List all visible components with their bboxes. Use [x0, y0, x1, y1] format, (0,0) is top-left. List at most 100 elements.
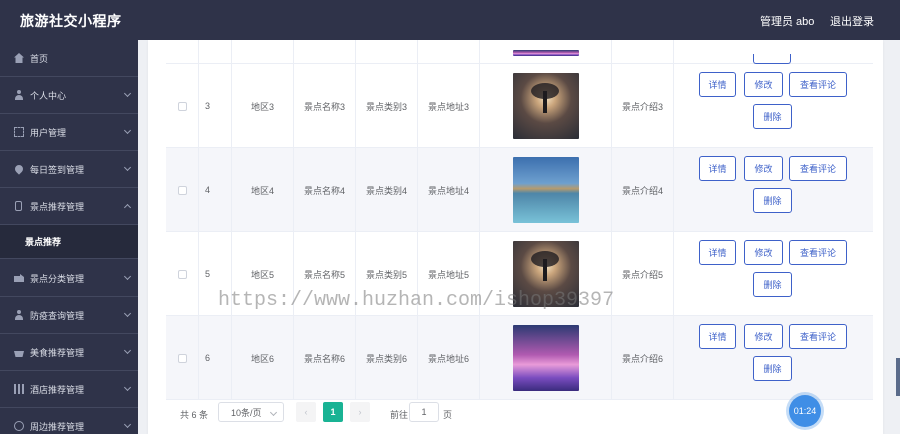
- address-cell: 景点地址3: [418, 64, 480, 148]
- address-cell: 景点地址4: [418, 148, 480, 232]
- main-content: 3 地区3 景点名称3 景点类别3 景点地址3 景点介绍3 详情 修改 查看评论…: [138, 40, 900, 434]
- detail-button[interactable]: 详情: [699, 324, 736, 349]
- name-cell: 景点名称3: [294, 64, 356, 148]
- edit-button[interactable]: 修改: [744, 72, 783, 97]
- pin-icon: [13, 163, 25, 175]
- logout-link[interactable]: 退出登录: [830, 13, 874, 29]
- delete-button[interactable]: 删除: [753, 104, 792, 129]
- detail-button[interactable]: 详情: [699, 240, 736, 265]
- next-page-button[interactable]: ›: [350, 402, 370, 422]
- watermark: https://www.huzhan.com/ishop39397: [218, 289, 615, 312]
- chevron-down-icon: [123, 126, 132, 135]
- sidebar-item-label: 酒店推荐管理: [30, 384, 85, 395]
- edit-button[interactable]: 修改: [744, 240, 783, 265]
- chevron-down-icon: [123, 163, 132, 172]
- name-cell: 景点名称6: [294, 316, 356, 400]
- table-row: 6 地区6 景点名称6 景点类别6 景点地址6 景点介绍6 详情 修改 查看评论…: [166, 316, 873, 400]
- delete-button[interactable]: 删除: [753, 272, 792, 297]
- page-size-value: 10条/页: [231, 407, 262, 418]
- chevron-down-icon: [123, 420, 132, 429]
- sidebar: 首页 个人中心 用户管理 每日签到管理 景点推荐管理 景点推荐 景点分类管理 防…: [0, 40, 138, 434]
- sidebar-item-label: 个人中心: [30, 90, 67, 101]
- page-unit-label: 页: [443, 410, 453, 420]
- sidebar-item-checkin[interactable]: 每日签到管理: [0, 151, 138, 188]
- home-icon: [14, 53, 24, 63]
- sidebar-item-label: 防疫查询管理: [30, 310, 85, 321]
- category-cell: 景点类别3: [356, 64, 418, 148]
- view-comments-button[interactable]: 查看评论: [789, 72, 847, 97]
- side-handle[interactable]: [896, 358, 900, 396]
- sidebar-subitem-attractions[interactable]: 景点推荐: [0, 225, 138, 259]
- circle-icon: [14, 421, 24, 431]
- detail-button[interactable]: 详情: [699, 72, 736, 97]
- row-checkbox[interactable]: [177, 185, 187, 195]
- sidebar-item-categories[interactable]: 景点分类管理: [0, 260, 138, 297]
- frame-icon: [14, 127, 24, 137]
- region-cell: 地区4: [232, 148, 294, 232]
- view-comments-button[interactable]: 查看评论: [789, 240, 847, 265]
- sidebar-item-label: 首页: [30, 53, 49, 64]
- row-index: 4: [199, 148, 232, 232]
- table-row-partial: [166, 40, 873, 64]
- attraction-image: [512, 325, 579, 391]
- region-cell: 地区3: [232, 64, 294, 148]
- goto-label: 前往: [390, 410, 409, 420]
- prev-page-button[interactable]: ‹: [296, 402, 316, 422]
- total-count: 共 6 条: [180, 410, 209, 420]
- sidebar-item-home[interactable]: 首页: [0, 40, 138, 77]
- admin-name: 管理员 abo: [760, 16, 815, 28]
- chevron-down-icon: [123, 89, 132, 98]
- row-checkbox[interactable]: [177, 353, 187, 363]
- view-comments-button[interactable]: 查看评论: [789, 324, 847, 349]
- sidebar-item-label: 周边推荐管理: [30, 421, 85, 432]
- chevron-down-icon: [123, 272, 132, 281]
- chevron-up-icon: [123, 203, 132, 212]
- sidebar-item-label: 美食推荐管理: [30, 347, 85, 358]
- row-checkbox[interactable]: [177, 269, 187, 279]
- intro-cell: 景点介绍5: [612, 232, 674, 316]
- top-bar: 旅游社交小程序 管理员 abo 退出登录: [0, 0, 900, 40]
- sidebar-item-label: 用户管理: [30, 127, 67, 138]
- intro-cell: 景点介绍4: [612, 148, 674, 232]
- category-cell: 景点类别6: [356, 316, 418, 400]
- edit-button[interactable]: 修改: [744, 156, 783, 181]
- delete-button[interactable]: 删除: [753, 356, 792, 381]
- row-index: 3: [199, 64, 232, 148]
- delete-button[interactable]: [753, 54, 791, 64]
- intro-cell: 景点介绍6: [612, 316, 674, 400]
- sidebar-item-food[interactable]: 美食推荐管理: [0, 334, 138, 371]
- table-card: 3 地区3 景点名称3 景点类别3 景点地址3 景点介绍3 详情 修改 查看评论…: [148, 40, 883, 434]
- address-cell: 景点地址6: [418, 316, 480, 400]
- sidebar-item-label: 景点分类管理: [30, 273, 85, 284]
- region-cell: 地区6: [232, 316, 294, 400]
- user-icon: [14, 310, 24, 320]
- sidebar-item-attractions[interactable]: 景点推荐管理: [0, 188, 138, 225]
- delete-button[interactable]: 删除: [753, 188, 792, 213]
- bowl-icon: [14, 351, 24, 357]
- row-checkbox[interactable]: [177, 101, 187, 111]
- table-row: 3 地区3 景点名称3 景点类别3 景点地址3 景点介绍3 详情 修改 查看评论…: [166, 64, 873, 148]
- edit-button[interactable]: 修改: [744, 324, 783, 349]
- page-number-button[interactable]: 1: [323, 402, 343, 422]
- app-title: 旅游社交小程序: [20, 13, 122, 29]
- attraction-image: [512, 157, 579, 223]
- category-cell: 景点类别4: [356, 148, 418, 232]
- sidebar-item-label: 每日签到管理: [30, 164, 85, 175]
- sidebar-item-epidemic[interactable]: 防疫查询管理: [0, 297, 138, 334]
- view-comments-button[interactable]: 查看评论: [789, 156, 847, 181]
- detail-button[interactable]: 详情: [699, 156, 736, 181]
- grid-icon: [14, 384, 24, 394]
- sidebar-item-hotel[interactable]: 酒店推荐管理: [0, 371, 138, 408]
- sidebar-item-nearby[interactable]: 周边推荐管理: [0, 408, 138, 434]
- goto-page-input[interactable]: [409, 402, 439, 422]
- sidebar-item-users[interactable]: 用户管理: [0, 114, 138, 151]
- chevron-down-icon: [123, 346, 132, 355]
- sidebar-item-label: 景点推荐: [25, 237, 62, 247]
- chevron-down-icon: [123, 383, 132, 392]
- sidebar-item-profile[interactable]: 个人中心: [0, 77, 138, 114]
- attraction-image: [512, 50, 579, 56]
- page-size-select[interactable]: 10条/页: [218, 402, 284, 422]
- attraction-image: [512, 73, 579, 139]
- intro-cell: 景点介绍3: [612, 64, 674, 148]
- timer-badge[interactable]: 01:24: [789, 395, 821, 427]
